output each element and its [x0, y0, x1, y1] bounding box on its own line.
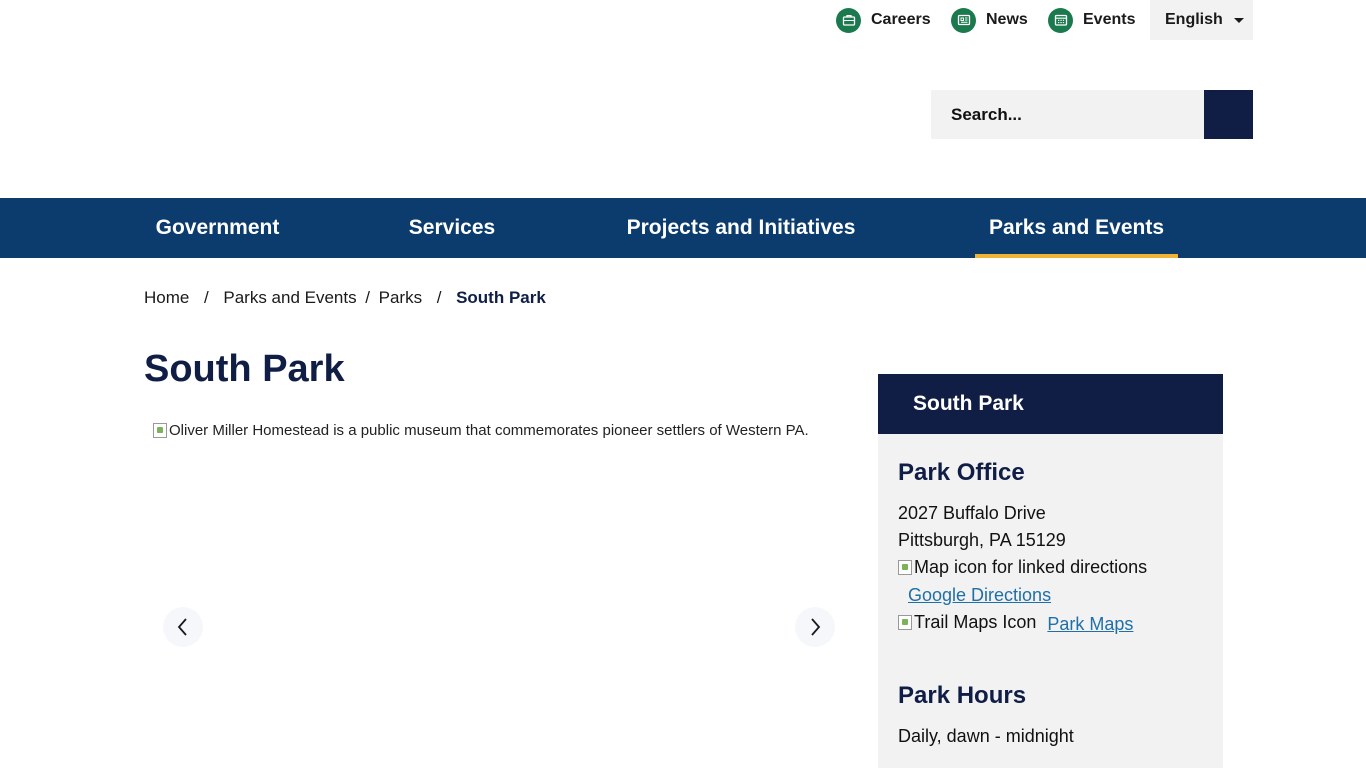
news-label: News	[986, 11, 1028, 28]
trail-icon-alt: Trail Maps Icon	[914, 612, 1037, 632]
image-carousel: Oliver Miller Homestead is a public muse…	[144, 422, 844, 768]
carousel-image-alt: Oliver Miller Homestead is a public muse…	[169, 422, 809, 439]
search-input[interactable]	[931, 90, 1204, 139]
park-hours-text: Daily, dawn - midnight	[898, 726, 1074, 746]
broken-image-icon	[898, 560, 912, 575]
caret-down-icon	[1233, 17, 1244, 23]
nav-item-label: Projects and Initiatives	[626, 216, 856, 239]
address-line-1: 2027 Buffalo Drive	[898, 503, 1046, 523]
careers-label: Careers	[871, 11, 931, 28]
search-form	[931, 90, 1253, 139]
calendar-icon	[1048, 7, 1073, 33]
google-directions-link[interactable]: Google Directions	[908, 585, 1051, 605]
map-icon-alt: Map icon for linked directions	[914, 557, 1148, 577]
main-navigation: Government Services Projects and Initiat…	[0, 198, 1366, 258]
chevron-right-icon	[811, 618, 821, 636]
language-label: English	[1165, 11, 1223, 28]
park-info-sidebar: South Park Park Office 2027 Buffalo Driv…	[878, 374, 1223, 768]
sidebar-header-label: South Park	[913, 392, 1024, 415]
carousel-image: Oliver Miller Homestead is a public muse…	[153, 422, 809, 439]
nav-item-projects[interactable]: Projects and Initiatives	[612, 198, 870, 258]
briefcase-icon	[836, 7, 861, 33]
breadcrumb: Home / Parks and Events / Parks / South …	[144, 287, 546, 309]
breadcrumb-separator: /	[436, 288, 442, 307]
trail-maps-row: Trail Maps Icon Park Maps	[898, 612, 1133, 635]
nav-item-parks-and-events[interactable]: Parks and Events	[975, 198, 1178, 258]
nav-item-label: Parks and Events	[988, 216, 1165, 239]
park-office-heading: Park Office	[898, 459, 1025, 486]
broken-image-icon	[153, 423, 167, 438]
nav-item-label: Government	[155, 216, 280, 239]
breadcrumb-home[interactable]: Home	[144, 288, 189, 308]
carousel-next-button[interactable]	[795, 607, 835, 647]
park-maps-link[interactable]: Park Maps	[1047, 614, 1133, 634]
sidebar-header: South Park	[878, 374, 1223, 434]
trail-maps-icon: Trail Maps Icon	[898, 612, 1036, 633]
nav-item-services[interactable]: Services	[397, 198, 507, 258]
utility-bar: Careers News Events English	[0, 0, 1366, 40]
events-label: Events	[1083, 11, 1136, 28]
park-hours-heading: Park Hours	[898, 682, 1027, 709]
nav-item-government[interactable]: Government	[143, 198, 292, 258]
breadcrumb-current: South Park	[456, 288, 546, 307]
events-link[interactable]: Events	[1048, 6, 1135, 34]
nav-item-label: Services	[408, 216, 496, 239]
newspaper-icon	[951, 7, 976, 33]
breadcrumb-parks-and-events[interactable]: Parks and Events	[223, 288, 356, 308]
chevron-left-icon	[177, 618, 187, 636]
breadcrumb-parks[interactable]: Parks	[379, 288, 422, 308]
map-icon-image: Map icon for linked directions	[898, 557, 1147, 580]
breadcrumb-separator: /	[365, 288, 370, 307]
careers-link[interactable]: Careers	[836, 6, 931, 34]
address-line-2: Pittsburgh, PA 15129	[898, 530, 1066, 550]
carousel-prev-button[interactable]	[163, 607, 203, 647]
news-link[interactable]: News	[951, 6, 1028, 34]
broken-image-icon	[898, 615, 912, 630]
page-title: South Park	[144, 348, 345, 390]
language-select[interactable]: English	[1150, 0, 1253, 40]
search-button[interactable]	[1204, 90, 1253, 139]
breadcrumb-separator: /	[203, 288, 209, 307]
